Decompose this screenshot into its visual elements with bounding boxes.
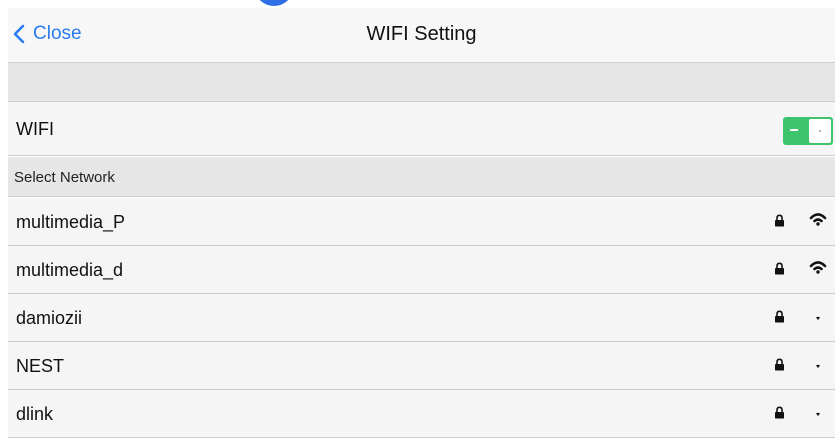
network-name: dlink (16, 404, 54, 424)
wifi-signal-strong-icon (809, 212, 827, 231)
toggle-knob (809, 119, 831, 143)
top-indicator (254, 0, 294, 6)
spacer-band (8, 63, 835, 102)
lock-icon (774, 406, 785, 424)
wifi-label: WIFI (16, 119, 54, 139)
page-title: WIFI Setting (366, 23, 477, 45)
wifi-signal-weak-icon (809, 356, 827, 375)
wifi-toggle-row: WIFI (8, 102, 835, 156)
network-name: damiozii (16, 308, 83, 328)
network-row[interactable]: damiozii (8, 294, 835, 342)
network-row[interactable]: multimedia_P (8, 198, 835, 246)
lock-icon (774, 214, 785, 232)
network-name: NEST (16, 356, 65, 376)
network-name: multimedia_P (16, 212, 126, 232)
toggle-on-mark (790, 129, 798, 131)
wifi-signal-strong-icon (809, 260, 827, 279)
network-row[interactable]: multimedia_d (8, 246, 835, 294)
wifi-signal-weak-icon (809, 404, 827, 423)
navigation-bar: Close WIFI Setting (8, 8, 835, 63)
lock-icon (774, 262, 785, 280)
select-network-header: Select Network (8, 157, 835, 197)
network-name: multimedia_d (16, 260, 124, 280)
lock-icon (774, 310, 785, 328)
section-header-label: Select Network (14, 169, 115, 186)
lock-icon (774, 358, 785, 376)
network-row[interactable]: dlink (8, 390, 835, 438)
wifi-toggle[interactable] (783, 117, 833, 145)
wifi-setting-screen: Close WIFI Setting WIFI Select Network m… (0, 0, 835, 438)
wifi-signal-weak-icon (809, 308, 827, 327)
network-row[interactable]: NEST (8, 342, 835, 390)
